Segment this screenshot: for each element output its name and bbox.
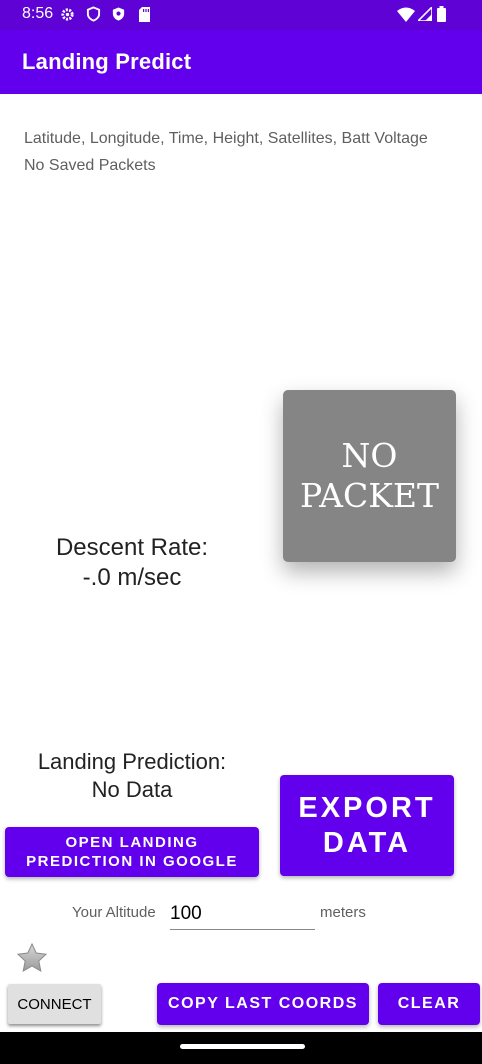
app-title: Landing Predict <box>22 49 192 74</box>
packet-status-line1: NO <box>341 436 398 475</box>
open-google-label-line1: OPEN LANDING <box>65 834 199 851</box>
copy-last-coords-button[interactable]: COPY LAST COORDS <box>157 983 369 1025</box>
saved-packets-text: No Saved Packets <box>24 157 156 174</box>
export-label-line1: EXPORT <box>298 791 436 824</box>
wifi-icon <box>396 6 416 22</box>
altitude-unit: meters <box>320 904 366 921</box>
shield-check-icon <box>110 6 126 22</box>
descent-rate-value: -.0 m/sec <box>82 564 182 591</box>
gear-icon <box>59 6 75 22</box>
descent-rate-label: Descent Rate: <box>55 534 209 561</box>
descent-rate: Descent Rate: -.0 m/sec <box>32 533 232 593</box>
open-in-google-button[interactable]: OPEN LANDING PREDICTION IN GOOGLE <box>5 827 259 877</box>
landing-prediction: Landing Prediction: No Data <box>22 748 242 804</box>
packet-status-panel: NO PACKET <box>283 390 456 562</box>
sd-card-icon <box>136 6 152 22</box>
packet-header-line: Latitude, Longitude, Time, Height, Satel… <box>24 130 428 147</box>
landing-prediction-label: Landing Prediction: <box>37 749 227 774</box>
status-time: 8:56 <box>22 5 54 22</box>
altitude-label: Your Altitude <box>72 904 156 921</box>
packet-status-line2: PACKET <box>299 476 439 515</box>
home-gesture-handle[interactable] <box>180 1044 305 1049</box>
landing-prediction-value: No Data <box>91 777 173 802</box>
shield-icon <box>85 6 101 22</box>
app-bar: Landing Predict <box>0 30 482 94</box>
altitude-input[interactable] <box>170 898 315 930</box>
connect-button[interactable]: CONNECT <box>8 984 101 1024</box>
battery-icon <box>436 6 446 22</box>
export-data-button[interactable]: EXPORT DATA <box>280 775 454 876</box>
star-icon[interactable] <box>16 942 48 974</box>
clear-button[interactable]: CLEAR <box>378 983 480 1025</box>
navigation-bar <box>0 1032 482 1064</box>
export-label-line2: DATA <box>322 826 412 859</box>
status-bar: 8:56 <box>0 0 482 30</box>
signal-icon <box>417 6 433 22</box>
open-google-label-line2: PREDICTION IN GOOGLE <box>26 853 238 870</box>
